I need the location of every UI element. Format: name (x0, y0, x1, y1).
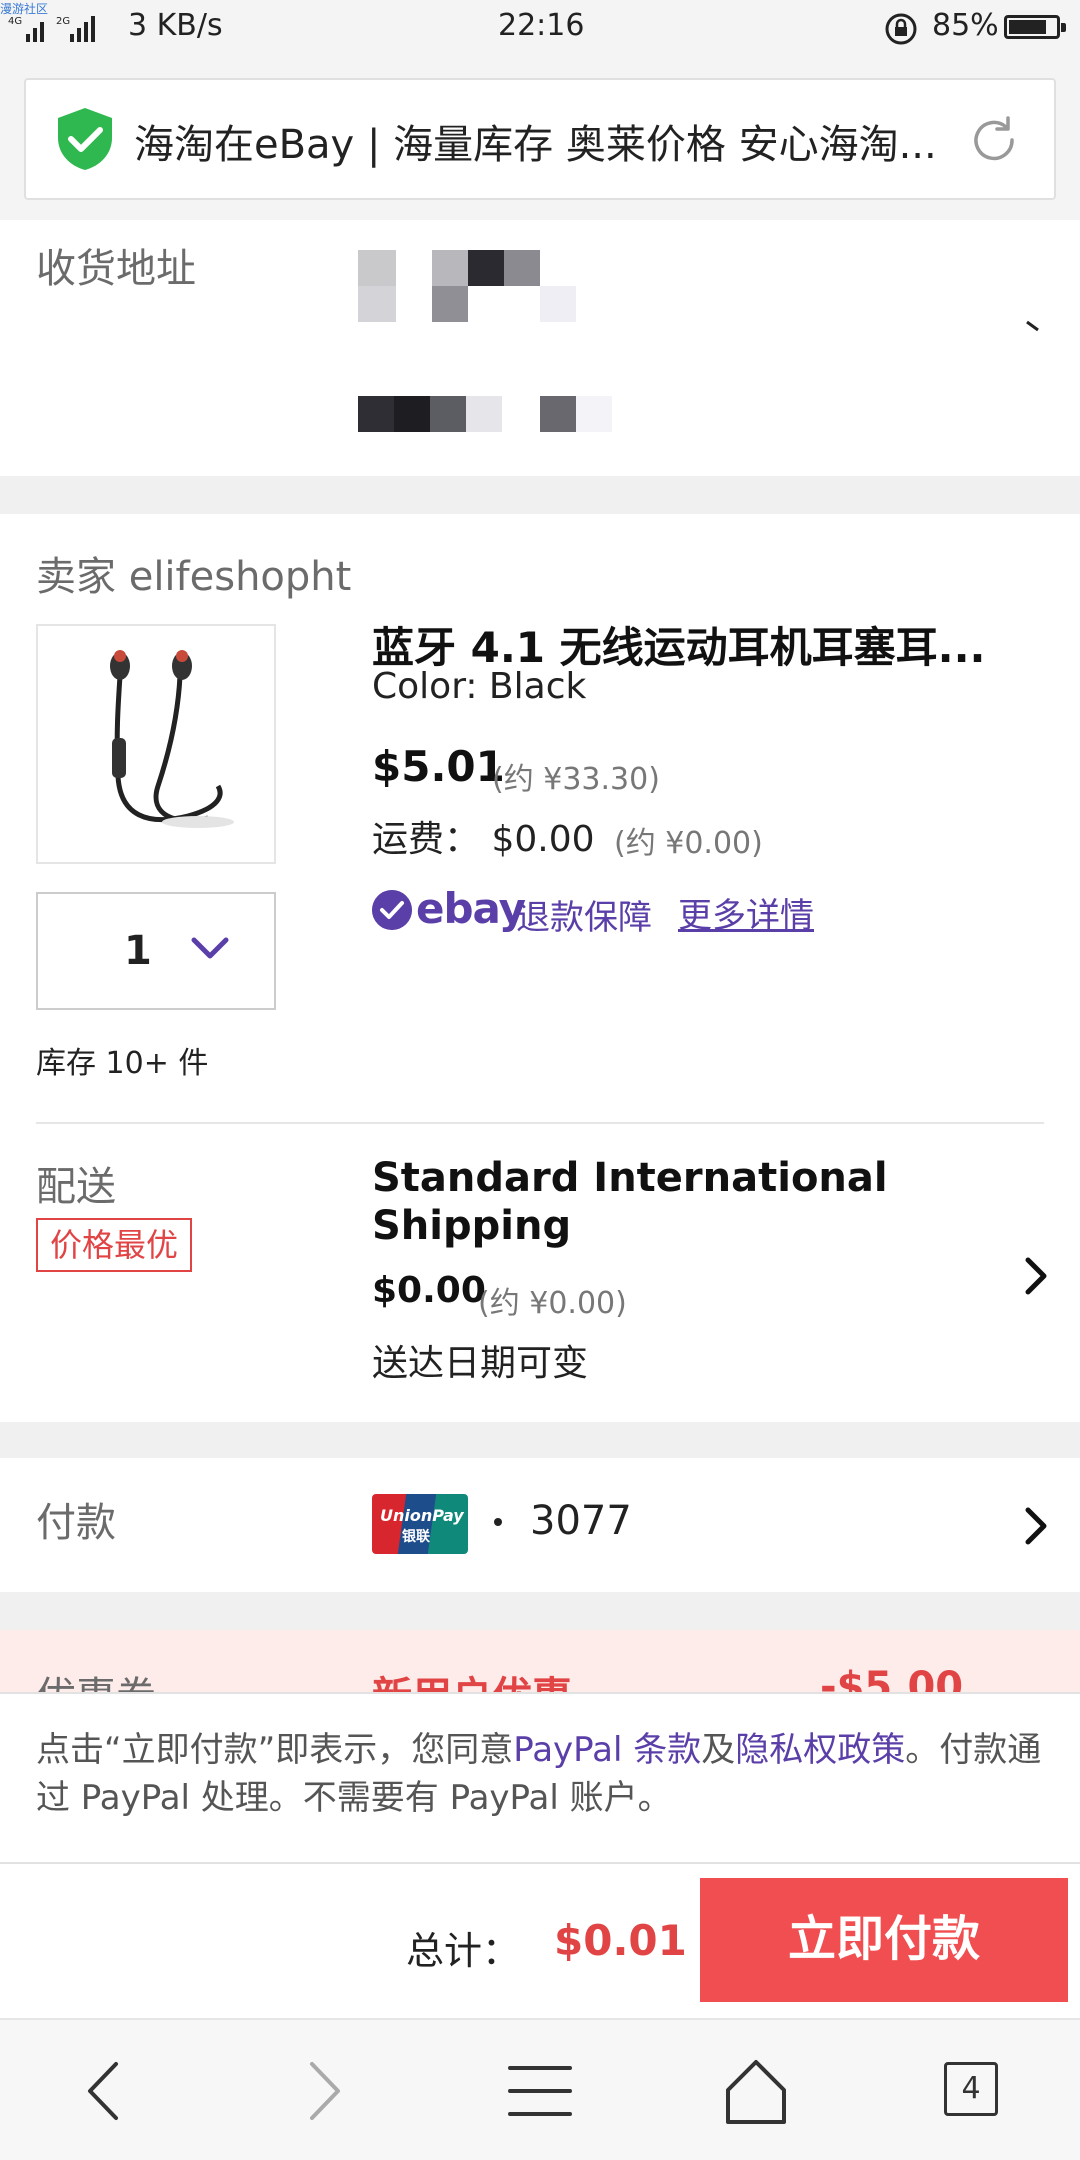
card-brand: UnionPay (380, 1506, 464, 1525)
terms-part1: 点击“立即付款”即表示，您同意 (36, 1730, 514, 1770)
redacted-block (432, 286, 468, 322)
delivery-label: 配送 (36, 1164, 116, 1210)
product-color: Color: Black (372, 666, 587, 707)
chevron-right-icon[interactable] (1022, 1254, 1050, 1298)
total-value: $0.01 (554, 1916, 687, 1965)
tiny-arrow-icon (1026, 320, 1039, 332)
home-icon[interactable] (716, 2056, 796, 2126)
earphones-image (110, 650, 234, 828)
forward-icon[interactable] (282, 2056, 362, 2126)
network-speed: 3 KB/s (128, 8, 223, 43)
battery-nub (1061, 23, 1066, 32)
coupon-name: 新用户优惠 (372, 1664, 572, 1692)
redacted-block (394, 396, 430, 432)
redacted-block (576, 396, 612, 432)
chevron-down-icon (191, 937, 229, 959)
battery-percent: 85% (932, 8, 999, 43)
browser-bottom-nav: 4 (0, 2018, 1080, 2160)
shipping-cost-cny: (约 ¥0.00) (478, 1286, 627, 1321)
paypal-terms-link[interactable]: PayPal 条款 (513, 1730, 701, 1770)
rotation-lock-icon (885, 13, 917, 45)
product-price: $5.01 (372, 742, 505, 791)
check-badge-icon (372, 890, 412, 930)
shipping-cost: $0.00 (372, 1270, 486, 1311)
redacted-block (432, 250, 468, 286)
menu-icon[interactable] (500, 2056, 580, 2126)
secure-shield-icon (58, 108, 112, 170)
chevron-right-icon[interactable] (1022, 1504, 1050, 1548)
battery-icon (1004, 15, 1066, 39)
clock: 22:16 (498, 8, 585, 43)
shipping-address-section[interactable]: 收货地址 (0, 220, 1080, 476)
redacted-block (358, 250, 396, 286)
card-last4: 3077 (530, 1498, 632, 1544)
status-bar: 漫游社区 4G 2G 3 KB/s 22:16 85% (0, 0, 1080, 56)
mask-dot (494, 1518, 502, 1526)
redacted-block (466, 396, 502, 432)
redacted-block (540, 396, 576, 432)
page-title: 海淘在eBay | 海量库存 奥莱价格 安心海淘... (134, 122, 937, 168)
quantity-selector[interactable]: 1 (36, 892, 276, 1010)
quantity-value: 1 (124, 928, 152, 974)
redacted-block (540, 286, 576, 322)
seller-label: 卖家 elifeshopht (36, 554, 352, 600)
redacted-block (468, 250, 504, 286)
refund-guarantee-text: 退款保障 (516, 898, 652, 938)
shipping-fee-cny: (约 ¥0.00) (614, 826, 763, 861)
terms-part2: 及 (701, 1730, 736, 1770)
back-icon[interactable] (66, 2056, 146, 2126)
payment-label: 付款 (36, 1500, 116, 1546)
svg-text:4G: 4G (8, 16, 22, 27)
coupon-amount: -$5.00 (820, 1664, 964, 1692)
best-price-badge: 价格最优 (36, 1218, 193, 1272)
redacted-block (358, 286, 396, 322)
terms-notice: 点击“立即付款”即表示，您同意PayPal 条款及隐私权政策。付款通过 PayP… (0, 1692, 1080, 1864)
terms-text: 点击“立即付款”即表示，您同意PayPal 条款及隐私权政策。付款通过 PayP… (36, 1726, 1046, 1822)
pay-now-button[interactable]: 立即付款 (700, 1878, 1068, 2002)
battery-fill (1009, 20, 1047, 34)
redacted-block (504, 250, 540, 286)
redacted-block (358, 396, 394, 432)
tabs-count-button[interactable]: 4 (944, 2062, 998, 2116)
order-item-section: 卖家 elifeshopht 1 库存 10+ 件 蓝牙 4.1 无线运动耳机耳… (0, 514, 1080, 1422)
coupon-label: 优惠券 (36, 1664, 156, 1692)
reload-icon[interactable] (966, 112, 1022, 168)
payment-row[interactable]: 付款 UnionPay 银联 3077 (0, 1458, 1080, 1592)
shipping-fee: 运费： $0.00 (372, 819, 595, 860)
shipping-address-label: 收货地址 (36, 246, 196, 292)
product-image[interactable] (36, 624, 276, 864)
checkout-bar: 总计： $0.01 立即付款 (0, 1864, 1080, 2018)
svg-text:2G: 2G (56, 16, 70, 27)
address-bar[interactable]: 海淘在eBay | 海量库存 奥莱价格 安心海淘... (24, 78, 1056, 200)
card-brand-cn: 银联 (402, 1529, 430, 1545)
stock-text: 库存 10+ 件 (36, 1046, 209, 1081)
total-label: 总计： (406, 1929, 521, 1973)
redacted-block (430, 396, 466, 432)
more-details-link[interactable]: 更多详情 (678, 888, 814, 937)
shipping-service: Standard International Shipping (372, 1155, 888, 1249)
ebay-logo: ebay (416, 884, 526, 933)
unionpay-icon: UnionPay 银联 (372, 1494, 468, 1554)
product-price-cny: (约 ¥33.30) (492, 762, 660, 797)
signal-icon: 4G 2G (8, 16, 95, 42)
coupon-row[interactable]: 优惠券 新用户优惠 -$5.00 (0, 1630, 1080, 1692)
privacy-policy-link[interactable]: 隐私权政策 (735, 1730, 905, 1770)
delivery-date-note: 送达日期可变 (372, 1343, 589, 1384)
browser-address-area: 海淘在eBay | 海量库存 奥莱价格 安心海淘... (0, 56, 1080, 220)
divider (36, 1122, 1044, 1124)
